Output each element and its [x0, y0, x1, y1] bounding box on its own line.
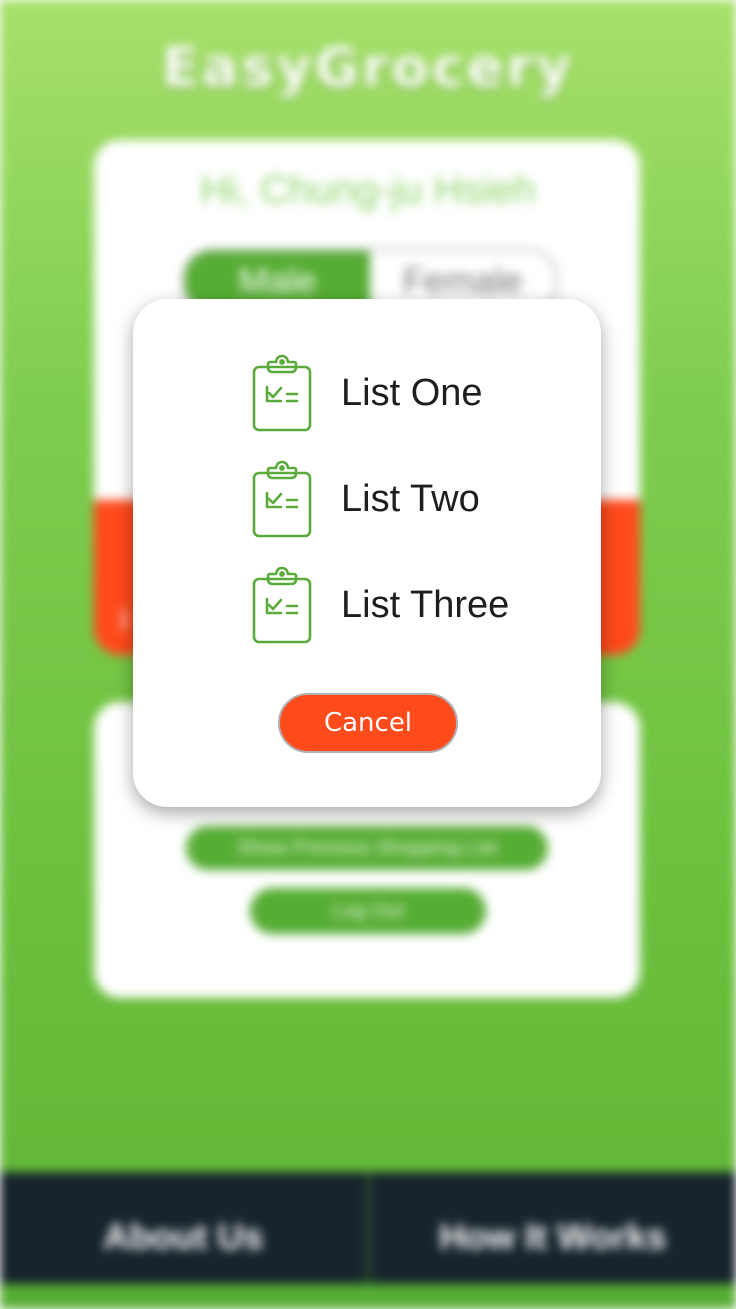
- list-option-two[interactable]: List Two: [251, 459, 480, 539]
- cancel-button[interactable]: Cancel: [278, 693, 458, 753]
- greeting-text: Hi, Chung-ju Hsieh: [200, 168, 536, 212]
- list-option-three[interactable]: List Three: [251, 565, 509, 645]
- log-out-button[interactable]: Log Out: [250, 888, 486, 934]
- clipboard-checklist-icon: [252, 354, 312, 432]
- clipboard-checklist-icon: [252, 460, 312, 538]
- bottom-nav: About Us How It Works: [0, 1172, 736, 1284]
- bottom-strip: [0, 1284, 736, 1309]
- list-option-label: List Three: [341, 583, 510, 626]
- about-us-tab[interactable]: About Us: [0, 1172, 367, 1284]
- orange-section-text: I: [120, 604, 129, 637]
- list-option-one[interactable]: List One: [251, 353, 483, 433]
- list-option-label: List Two: [341, 477, 480, 520]
- app-title: EasyGrocery: [161, 36, 575, 99]
- show-previous-list-button[interactable]: Show Previous Shopping List: [186, 826, 548, 870]
- clipboard-checklist-icon: [252, 566, 312, 644]
- list-option-label: List One: [341, 371, 483, 414]
- list-picker-modal: List One List Two List Three Cancel: [133, 299, 601, 807]
- how-it-works-tab[interactable]: How It Works: [370, 1172, 736, 1284]
